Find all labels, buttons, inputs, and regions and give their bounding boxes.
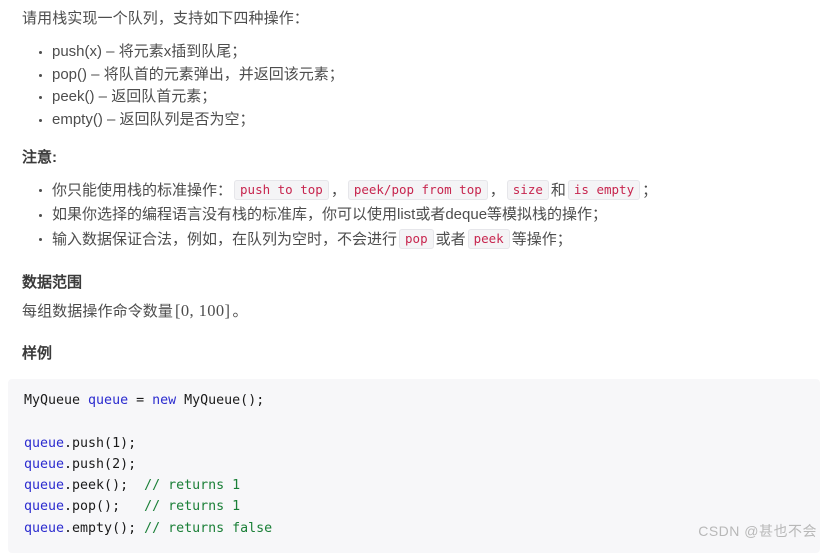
note-text-suffix: ； xyxy=(642,182,658,199)
code-token-var: queue xyxy=(88,393,129,408)
code-token-txt: MyQueue(); xyxy=(176,393,265,408)
code-token-txt: = xyxy=(128,393,153,408)
data-range-paragraph: 每组数据操作命令数量 [0, 100]。 xyxy=(0,294,831,323)
example-heading: 样例 xyxy=(22,345,53,362)
note-text-prefix: 输入数据保证合法，例如，在队列为空时，不会进行 xyxy=(52,231,398,248)
notes-heading: 注意: xyxy=(22,149,57,166)
list-item: empty() – 返回队列是否为空； xyxy=(39,109,831,132)
list-item: 如果你选择的编程语言没有栈的标准库，你可以使用list或者deque等模拟栈的操… xyxy=(39,203,831,227)
note-separator: ， xyxy=(330,182,346,199)
code-token-var: queue xyxy=(24,435,65,451)
code-token-txt: .pop(); xyxy=(64,499,145,515)
code-token-cmt: // returns 1 xyxy=(144,499,241,515)
list-item: 输入数据保证合法，例如，在队列为空时，不会进行 pop 或者 peek 等操作； xyxy=(39,227,831,252)
code-token-cmt: // returns false xyxy=(144,520,273,536)
inline-code-peek-pop-from-top: peek/pop from top xyxy=(347,180,488,200)
inline-code-is-empty: is empty xyxy=(567,180,641,200)
list-item: pop() – 将队首的元素弹出，并返回该元素； xyxy=(39,64,831,87)
code-token-cmt: // returns 1 xyxy=(144,478,241,494)
notes-list: 你只能使用栈的标准操作： push to top， peek/pop from to… xyxy=(0,178,831,252)
document-page: 请用栈实现一个队列，支持如下四种操作： push(x) – 将元素x插到队尾； … xyxy=(0,0,831,553)
inline-code-peek: peek xyxy=(467,229,510,249)
code-content[interactable]: MyQueue queue = new MyQueue(); queue.pus… xyxy=(24,390,820,539)
range-math-interval: [0, 100] xyxy=(175,301,231,320)
list-item: 你只能使用栈的标准操作： push to top， peek/pop from to… xyxy=(39,178,831,203)
note-text-prefix: 你只能使用栈的标准操作： xyxy=(52,182,233,199)
note-separator: ， xyxy=(489,182,505,199)
note-text-suffix: 等操作； xyxy=(511,231,572,248)
code-token-txt: .peek(); xyxy=(64,478,145,494)
code-token-txt: .push(1); xyxy=(64,435,137,451)
code-token-var: queue xyxy=(24,499,65,515)
note-text-middle: 或者 xyxy=(435,231,466,248)
list-item: peek() – 返回队首元素； xyxy=(39,86,831,109)
code-token-txt: .push(2); xyxy=(64,456,137,472)
data-range-heading: 数据范围 xyxy=(22,274,83,291)
range-text-prefix: 每组数据操作命令数量 xyxy=(22,303,174,320)
code-token-txt: .empty(); xyxy=(64,520,145,536)
list-item: push(x) – 将元素x插到队尾； xyxy=(39,41,831,64)
range-text-suffix: 。 xyxy=(232,303,248,320)
intro-paragraph: 请用栈实现一个队列，支持如下四种操作： xyxy=(22,10,309,27)
inline-code-push-to-top: push to top xyxy=(234,180,329,200)
code-token-txt: MyQueue xyxy=(24,393,89,408)
inline-code-size: size xyxy=(506,180,549,200)
code-token-kw: new xyxy=(152,393,177,408)
code-token-var: queue xyxy=(24,520,65,536)
code-token-var: queue xyxy=(24,456,65,472)
csdn-watermark: CSDN @甚也不会 xyxy=(698,523,817,539)
code-token-var: queue xyxy=(24,478,65,494)
note-conjunction: 和 xyxy=(550,182,566,199)
inline-code-pop: pop xyxy=(399,229,434,249)
operations-list: push(x) – 将元素x插到队尾； pop() – 将队首的元素弹出，并返回… xyxy=(0,41,831,131)
